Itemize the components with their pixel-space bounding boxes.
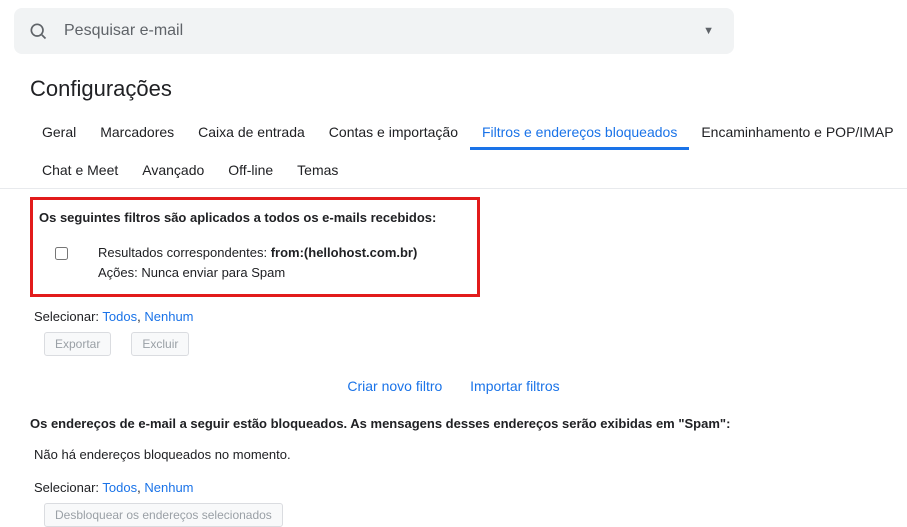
tab-marcadores[interactable]: Marcadores: [88, 116, 186, 150]
blocked-addresses-header: Os endereços de e-mail a seguir estão bl…: [30, 410, 877, 437]
filters-applied-header: Os seguintes filtros são aplicados a tod…: [33, 200, 477, 235]
tab-avancado[interactable]: Avançado: [130, 154, 216, 188]
tab-geral[interactable]: Geral: [30, 116, 88, 150]
tab-encaminhamento-pop-imap[interactable]: Encaminhamento e POP/IMAP: [689, 116, 905, 150]
select-label: Selecionar:: [34, 309, 102, 324]
filter-select-checkbox[interactable]: [55, 247, 68, 260]
settings-tabs: Geral Marcadores Caixa de entrada Contas…: [0, 104, 907, 189]
search-input[interactable]: [62, 21, 697, 41]
select-none-link[interactable]: Nenhum: [144, 309, 193, 324]
page-title: Configurações: [0, 54, 907, 104]
filters-select-line: Selecionar: Todos, Nenhum: [30, 297, 877, 330]
search-bar[interactable]: ▼: [14, 8, 734, 54]
filter-row: Resultados correspondentes: from:(helloh…: [33, 235, 477, 294]
filter-actions-text: Ações: Nunca enviar para Spam: [98, 263, 417, 283]
filter-action-links: Criar novo filtro Importar filtros: [30, 356, 877, 410]
highlighted-filter-box: Os seguintes filtros são aplicados a tod…: [30, 197, 480, 297]
filter-match-label: Resultados correspondentes:: [98, 245, 271, 260]
tab-temas[interactable]: Temas: [285, 154, 350, 188]
import-filters-link[interactable]: Importar filtros: [470, 378, 559, 394]
select-all-link[interactable]: Todos: [102, 309, 137, 324]
tab-offline[interactable]: Off-line: [216, 154, 285, 188]
filter-match-value: from:(hellohost.com.br): [271, 245, 418, 260]
unblock-selected-button[interactable]: Desbloquear os endereços selecionados: [44, 503, 283, 527]
export-button[interactable]: Exportar: [44, 332, 111, 356]
create-new-filter-link[interactable]: Criar novo filtro: [347, 378, 442, 394]
search-options-dropdown-icon[interactable]: ▼: [697, 21, 720, 41]
blocked-empty-message: Não há endereços bloqueados no momento.: [30, 437, 877, 468]
blocked-select-all-link[interactable]: Todos: [102, 480, 137, 495]
tab-contas-e-importacao[interactable]: Contas e importação: [317, 116, 470, 150]
blocked-select-line: Selecionar: Todos, Nenhum: [30, 468, 877, 501]
blocked-select-label: Selecionar:: [34, 480, 102, 495]
delete-button[interactable]: Excluir: [131, 332, 189, 356]
tab-chat-meet[interactable]: Chat e Meet: [30, 154, 130, 188]
blocked-select-none-link[interactable]: Nenhum: [144, 480, 193, 495]
filter-description: Resultados correspondentes: from:(helloh…: [98, 243, 417, 282]
search-icon: [28, 21, 48, 41]
tab-filtros-enderecos-bloqueados[interactable]: Filtros e endereços bloqueados: [470, 116, 689, 150]
tab-caixa-de-entrada[interactable]: Caixa de entrada: [186, 116, 317, 150]
